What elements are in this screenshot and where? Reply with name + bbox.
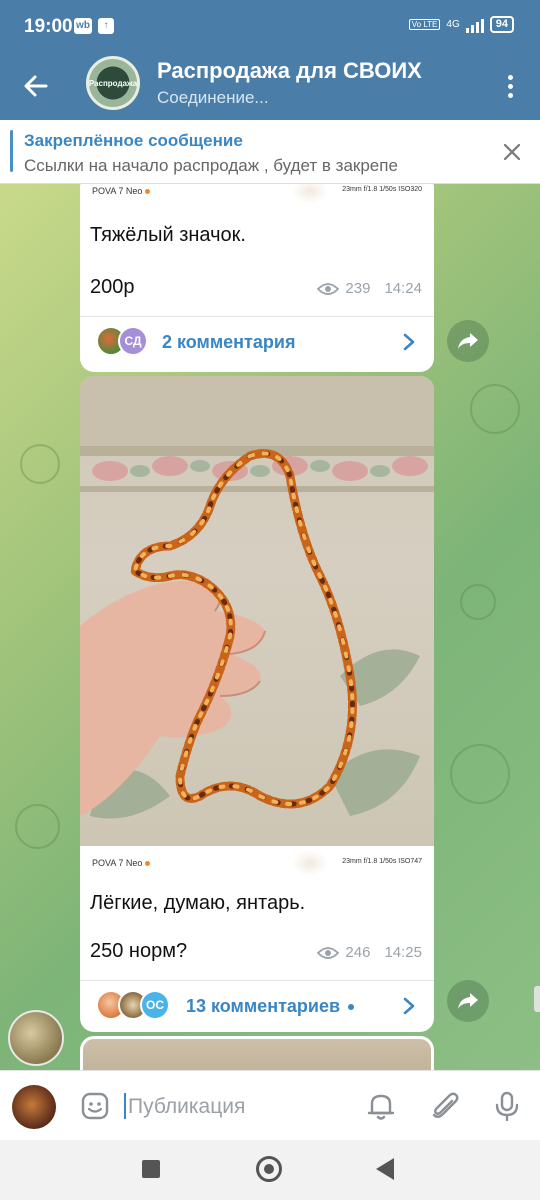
message-input-bar: Публикация <box>0 1070 540 1140</box>
back-button[interactable] <box>18 68 54 104</box>
share-button[interactable] <box>447 980 489 1022</box>
view-count: 246 <box>345 944 371 961</box>
chevron-right-icon <box>403 333 415 351</box>
chat-header: Распродажа Распродажа для СВОИХ Соединен… <box>0 52 540 120</box>
message-time: 14:24 <box>384 280 422 297</box>
chat-area[interactable]: POVA 7 Neo 23mm f/1.8 1/50s ISO320 Тяжёл… <box>0 184 540 1070</box>
background-doodle <box>15 804 60 849</box>
message-bubble[interactable]: POVA 7 Neo 23mm f/1.8 1/50s ISO320 Тяжёл… <box>80 184 434 372</box>
close-icon <box>503 143 521 161</box>
message-meta: 246 14:25 <box>317 944 422 961</box>
message-price: 200р <box>90 276 135 298</box>
chevron-right-icon <box>403 997 415 1015</box>
background-doodle <box>470 384 520 434</box>
upload-notification-icon: ↑ <box>98 18 114 34</box>
connection-status: Соединение... <box>157 88 269 107</box>
commenter-avatar: СД <box>118 326 148 356</box>
comments-button[interactable]: СД 2 комментария <box>80 316 434 366</box>
message-text: Лёгкие, думаю, янтарь. <box>90 892 306 914</box>
channel-avatar-text: Распродажа <box>88 78 138 88</box>
photo-exif-label: 23mm f/1.8 1/50s ISO320 <box>342 186 422 193</box>
background-doodle <box>20 444 60 484</box>
pinned-indicator <box>10 130 13 172</box>
message-bubble[interactable]: POVA 7 Neo 23mm f/1.8 1/50s ISO747 Лёгки… <box>80 376 434 1032</box>
message-bubble[interactable] <box>80 1036 434 1070</box>
comments-button[interactable]: ОС 13 комментариев <box>80 980 434 1030</box>
more-menu-button[interactable] <box>500 68 520 104</box>
system-back-button[interactable] <box>376 1158 394 1180</box>
message-time: 14:25 <box>384 944 422 961</box>
photo-bottom-strip: POVA 7 Neo 23mm f/1.8 1/50s ISO747 <box>80 846 434 882</box>
commenter-avatar: ОС <box>140 990 170 1020</box>
message-text: Тяжёлый значок. <box>90 224 246 246</box>
pinned-title: Закреплённое сообщение <box>24 131 243 150</box>
channel-title[interactable]: Распродажа для СВОИХ <box>157 58 422 84</box>
necklace-photo[interactable] <box>80 376 434 846</box>
message-price: 250 норм? <box>90 940 188 962</box>
pinned-text: Ссылки на начало распродаж , будет в зак… <box>24 156 398 175</box>
battery-indicator: 94 <box>489 16 514 33</box>
message-input[interactable]: Публикация <box>128 1095 245 1119</box>
comments-label: 2 комментария <box>162 332 296 352</box>
eye-icon <box>317 946 340 959</box>
pinned-message-bar[interactable]: Закреплённое сообщение Ссылки на начало … <box>0 120 540 184</box>
photo-device-label: POVA 7 Neo <box>92 186 151 196</box>
photo-device-label: POVA 7 Neo <box>92 858 151 868</box>
more-vertical-icon <box>507 74 513 80</box>
arrow-left-icon <box>24 75 48 97</box>
comments-label: 13 комментариев <box>186 996 355 1017</box>
photo-content <box>80 376 434 819</box>
system-navigation-bar <box>0 1140 540 1200</box>
background-doodle <box>450 744 510 804</box>
signal-icon <box>465 17 484 33</box>
home-button[interactable] <box>256 1156 282 1182</box>
network-type: 4G <box>446 19 460 30</box>
unread-dot <box>348 1004 355 1011</box>
microphone-icon[interactable] <box>490 1089 524 1123</box>
photo-watermark <box>292 850 328 876</box>
next-photo <box>83 1039 431 1070</box>
photo-watermark <box>292 184 328 204</box>
pinned-close-button[interactable] <box>500 140 524 164</box>
bell-icon[interactable] <box>364 1089 398 1123</box>
photo-bottom-strip: POVA 7 Neo 23mm f/1.8 1/50s ISO320 <box>80 184 434 210</box>
volte-indicator: Vo LTE <box>408 19 441 30</box>
channel-avatar[interactable]: Распродажа <box>86 56 140 110</box>
message-meta: 239 14:24 <box>317 280 422 297</box>
wildberries-notification-icon: wb <box>74 18 92 34</box>
view-count: 239 <box>345 280 371 297</box>
sender-avatar[interactable] <box>8 1010 64 1066</box>
scroll-handle[interactable] <box>534 986 540 1012</box>
recents-button[interactable] <box>142 1160 160 1178</box>
text-cursor <box>124 1093 126 1119</box>
status-time: 19:00 <box>24 16 73 37</box>
share-arrow-icon <box>458 993 478 1009</box>
paperclip-icon[interactable] <box>428 1089 462 1123</box>
background-doodle <box>460 584 496 620</box>
sticker-icon[interactable] <box>80 1091 110 1121</box>
send-as-avatar[interactable] <box>12 1085 56 1129</box>
eye-icon <box>317 282 340 295</box>
photo-exif-label: 23mm f/1.8 1/50s ISO747 <box>342 858 422 865</box>
share-arrow-icon <box>458 333 478 349</box>
status-bar: 19:00 wb ↑ Vo LTE 4G 94 <box>0 0 540 52</box>
share-button[interactable] <box>447 320 489 362</box>
